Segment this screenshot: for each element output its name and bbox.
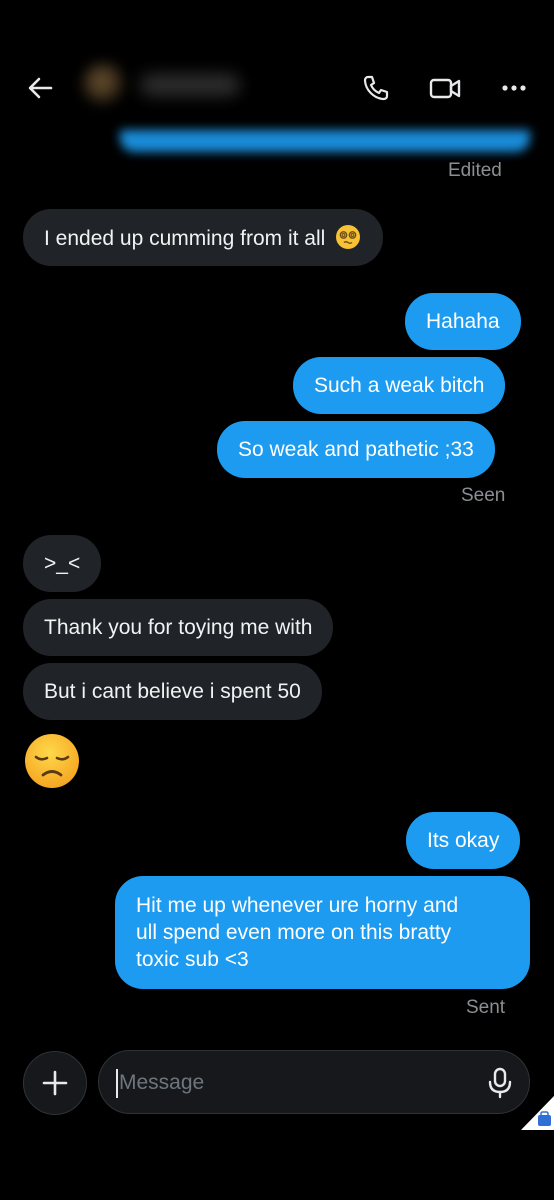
outgoing-message[interactable]: So weak and pathetic ;33: [217, 421, 495, 478]
seen-status: Seen: [461, 485, 506, 506]
message-text: Thank you for toying me with: [44, 616, 313, 639]
message-text: Its okay: [427, 829, 500, 852]
voice-message-button[interactable]: [483, 1065, 517, 1101]
message-text-line: Hit me up whenever ure horny and: [136, 894, 459, 917]
message-text-line: ull spend even more on this bratty: [136, 921, 452, 944]
incoming-message[interactable]: But i cant believe i spent 50: [23, 663, 322, 720]
arrow-left-icon: [28, 77, 53, 99]
contact-name-redacted[interactable]: [140, 74, 240, 96]
add-attachment-button[interactable]: [23, 1051, 87, 1115]
message-text-line: toxic sub <3: [136, 948, 249, 971]
message-text: >_<: [44, 552, 81, 575]
incoming-message[interactable]: >_<: [23, 535, 102, 592]
disappointed-face-emoji-icon[interactable]: [24, 733, 80, 789]
message-composer[interactable]: [98, 1050, 530, 1114]
dizzy-face-emoji-icon: [336, 225, 361, 249]
video-call-button[interactable]: [427, 70, 463, 106]
outgoing-message[interactable]: Its okay: [406, 812, 521, 869]
more-options-button[interactable]: [496, 70, 532, 106]
dm-conversation-screen: Edited I ended up cumming from it all Ha…: [0, 0, 554, 1200]
corner-app-badge-icon: [521, 1096, 554, 1130]
message-text: Such a weak bitch: [314, 374, 485, 397]
video-camera-icon: [429, 78, 461, 99]
back-button[interactable]: [22, 70, 58, 106]
plus-icon: [42, 1070, 68, 1096]
microphone-icon: [488, 1067, 512, 1099]
message-input[interactable]: [119, 1069, 459, 1097]
outgoing-message[interactable]: Hit me up whenever ure horny and ull spe…: [115, 876, 530, 989]
sent-status: Sent: [466, 997, 506, 1018]
outgoing-message[interactable]: Hahaha: [405, 293, 521, 350]
message-text: But i cant believe i spent 50: [44, 680, 301, 703]
incoming-message[interactable]: Thank you for toying me with: [23, 599, 334, 656]
phone-icon: [363, 75, 389, 101]
incoming-message[interactable]: I ended up cumming from it all: [23, 209, 384, 266]
conversation-header: [0, 0, 554, 120]
call-button[interactable]: [358, 70, 394, 106]
more-horizontal-icon: [502, 85, 526, 91]
outgoing-message[interactable]: Such a weak bitch: [293, 357, 506, 414]
avatar[interactable]: [82, 62, 126, 106]
message-text: Hahaha: [426, 310, 500, 333]
message-text: I ended up cumming from it all: [44, 227, 326, 250]
edited-status: Edited: [448, 160, 502, 181]
message-text: So weak and pathetic ;33: [238, 438, 474, 461]
previous-message-bubble-partial[interactable]: [120, 130, 530, 152]
text-caret: [116, 1069, 118, 1098]
